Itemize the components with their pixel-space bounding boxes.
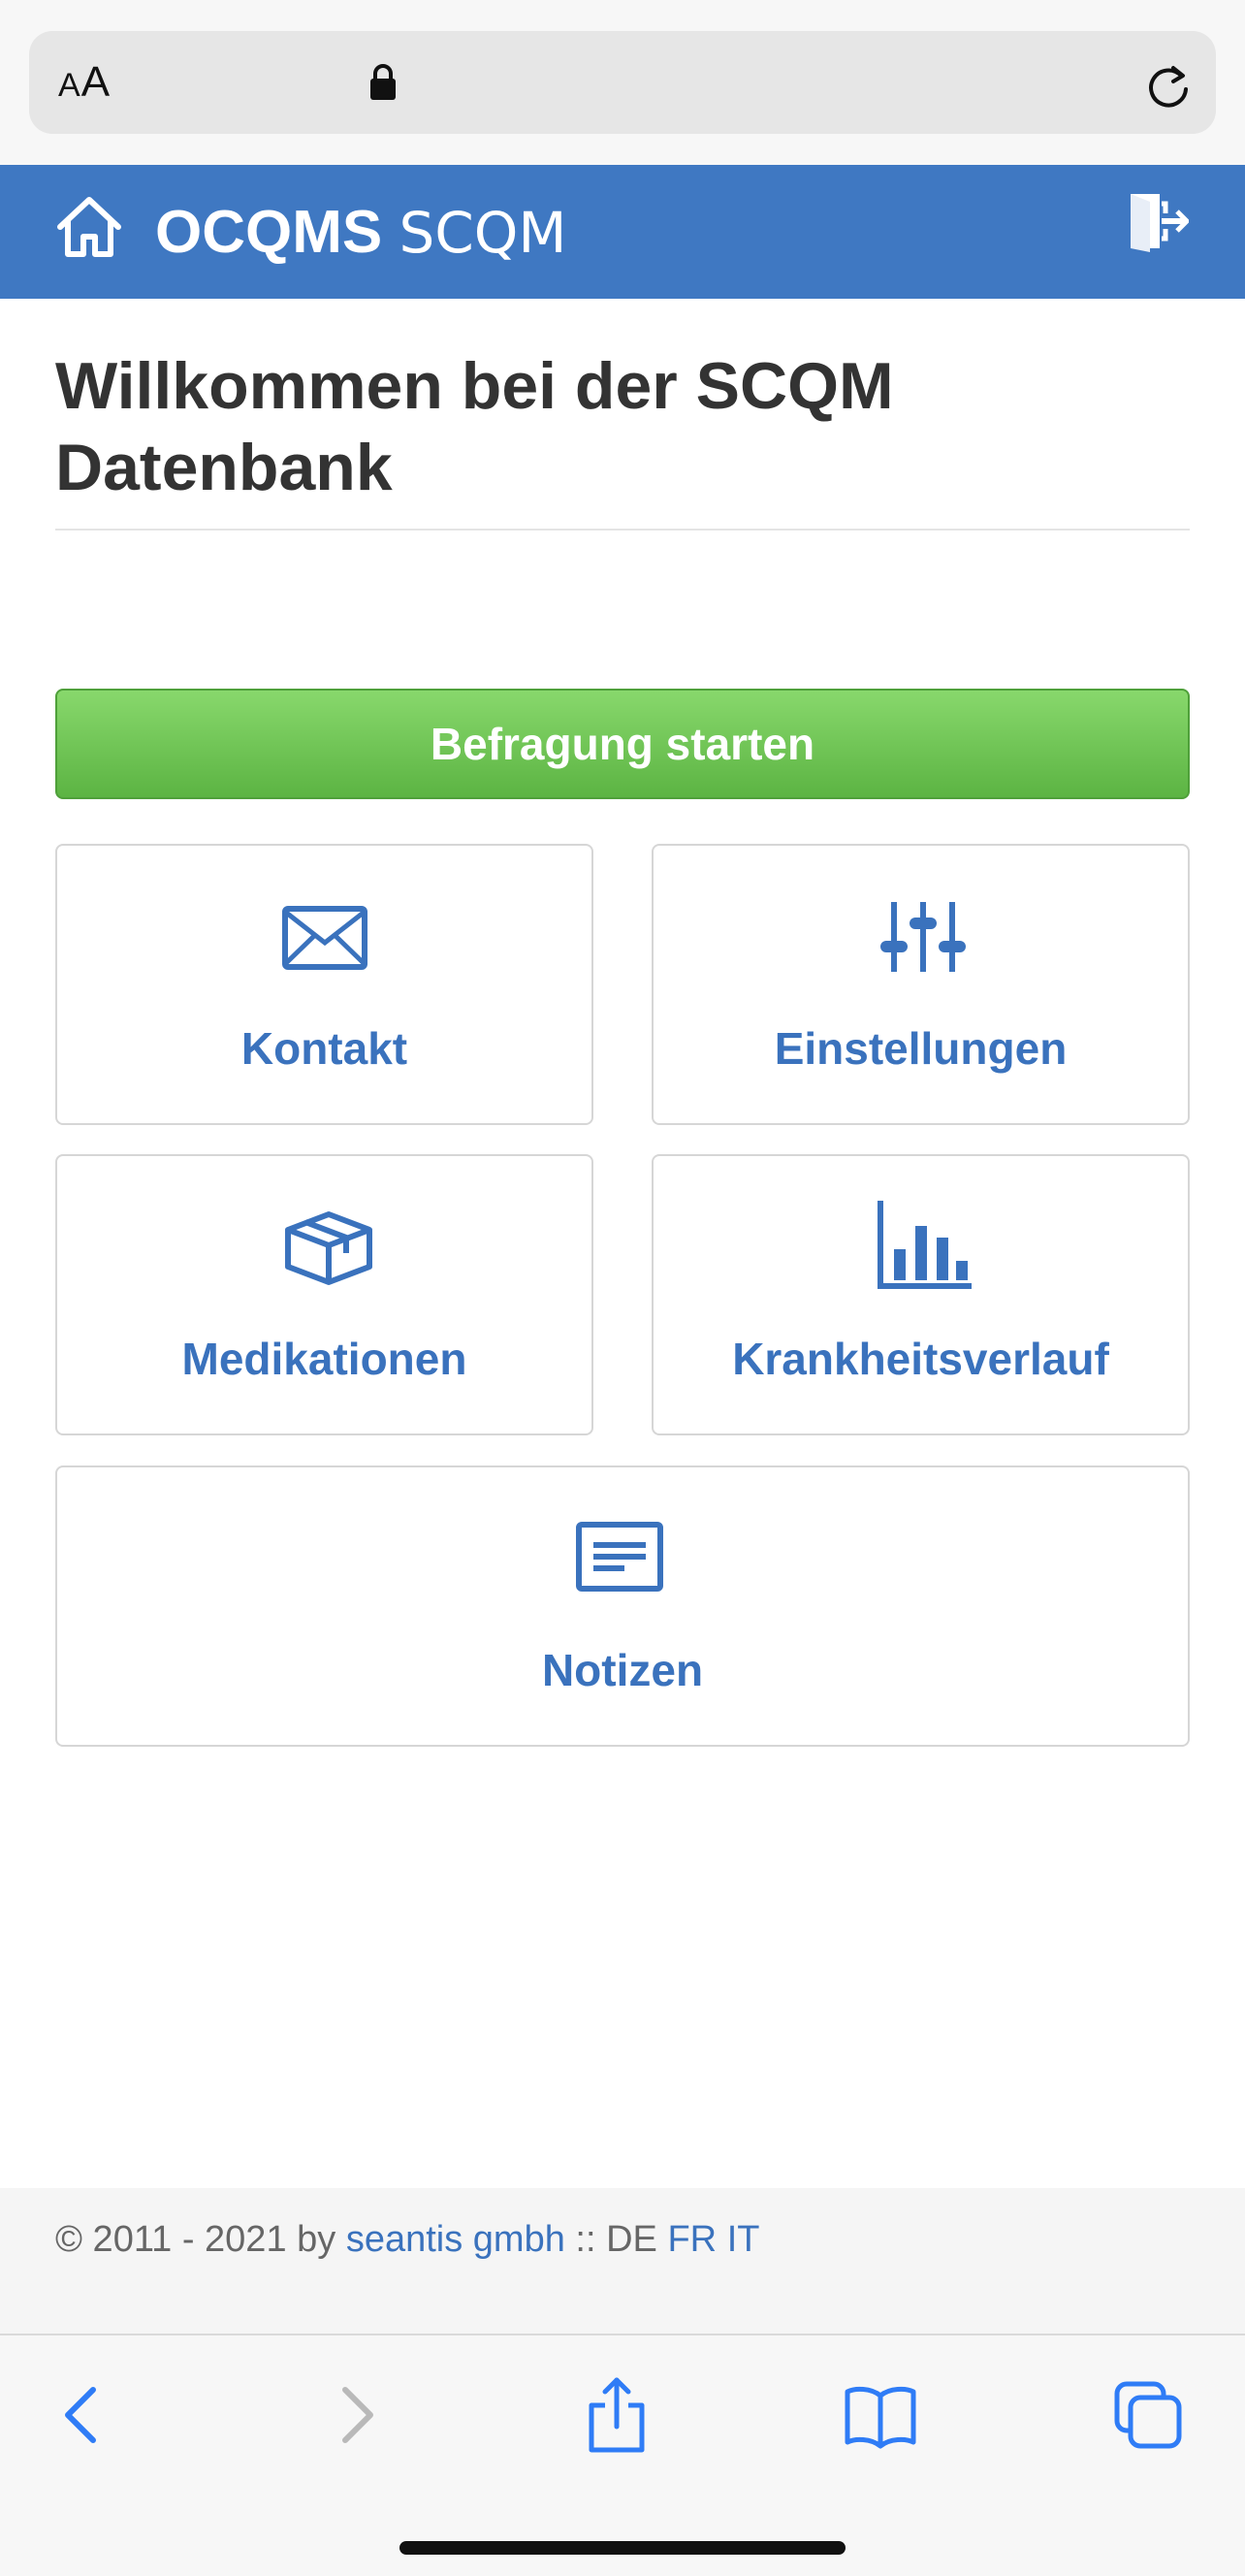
logout-icon[interactable] bbox=[1127, 190, 1189, 252]
lang-fr-link[interactable]: FR bbox=[667, 2219, 717, 2260]
text-size-button[interactable]: AA bbox=[58, 58, 111, 107]
site-header: OCQMS SCQM bbox=[0, 165, 1245, 299]
footer-text: © 2011 - 2021 by seantis gmbh :: DE FR I… bbox=[55, 2219, 759, 2261]
home-indicator bbox=[399, 2541, 846, 2555]
brand-light: SCQM bbox=[399, 200, 567, 266]
tile-label: Kontakt bbox=[240, 1023, 408, 1074]
back-icon[interactable] bbox=[47, 2376, 124, 2454]
reload-icon[interactable] bbox=[1144, 60, 1193, 109]
footer-separator: :: bbox=[575, 2219, 596, 2260]
share-icon[interactable] bbox=[578, 2376, 655, 2454]
browser-address-area: AA bbox=[0, 0, 1245, 165]
tile-einstellungen[interactable]: Einstellungen bbox=[652, 844, 1190, 1125]
browser-toolbar bbox=[0, 2334, 1245, 2576]
tile-kontakt[interactable]: Kontakt bbox=[55, 844, 593, 1125]
site-footer: © 2011 - 2021 by seantis gmbh :: DE FR I… bbox=[0, 2188, 1245, 2334]
box-icon bbox=[285, 1211, 372, 1285]
company-link[interactable]: seantis gmbh bbox=[346, 2219, 565, 2260]
address-bar[interactable]: AA bbox=[29, 31, 1216, 134]
start-survey-button[interactable]: Befragung starten bbox=[55, 689, 1190, 799]
lang-de: DE bbox=[606, 2219, 657, 2260]
sliders-icon bbox=[880, 902, 966, 972]
bar-chart-icon bbox=[878, 1201, 972, 1289]
lang-it-link[interactable]: IT bbox=[727, 2219, 760, 2260]
brand-title[interactable]: OCQMS SCQM bbox=[155, 198, 566, 267]
title-divider bbox=[55, 529, 1190, 531]
tile-medikationen[interactable]: Medikationen bbox=[55, 1154, 593, 1435]
page-title: Willkommen bei der SCQM Datenbank bbox=[55, 349, 894, 504]
tile-notizen[interactable]: Notizen bbox=[55, 1465, 1190, 1747]
tile-krankheitsverlauf[interactable]: Krankheitsverlauf bbox=[652, 1154, 1190, 1435]
tile-label: Krankheitsverlauf bbox=[732, 1334, 1109, 1384]
envelope-icon bbox=[282, 906, 367, 970]
bookmarks-icon[interactable] bbox=[842, 2376, 919, 2454]
tile-label: Einstellungen bbox=[774, 1023, 1068, 1074]
home-icon[interactable] bbox=[54, 194, 124, 260]
forward-icon[interactable] bbox=[316, 2376, 394, 2454]
notes-icon bbox=[576, 1522, 663, 1592]
tabs-icon[interactable] bbox=[1109, 2376, 1187, 2454]
brand-bold: OCQMS bbox=[155, 199, 383, 266]
tile-label: Notizen bbox=[541, 1645, 704, 1695]
tile-label: Medikationen bbox=[181, 1334, 467, 1384]
copyright-text: © 2011 - 2021 by bbox=[55, 2219, 336, 2260]
lock-icon bbox=[370, 64, 396, 100]
